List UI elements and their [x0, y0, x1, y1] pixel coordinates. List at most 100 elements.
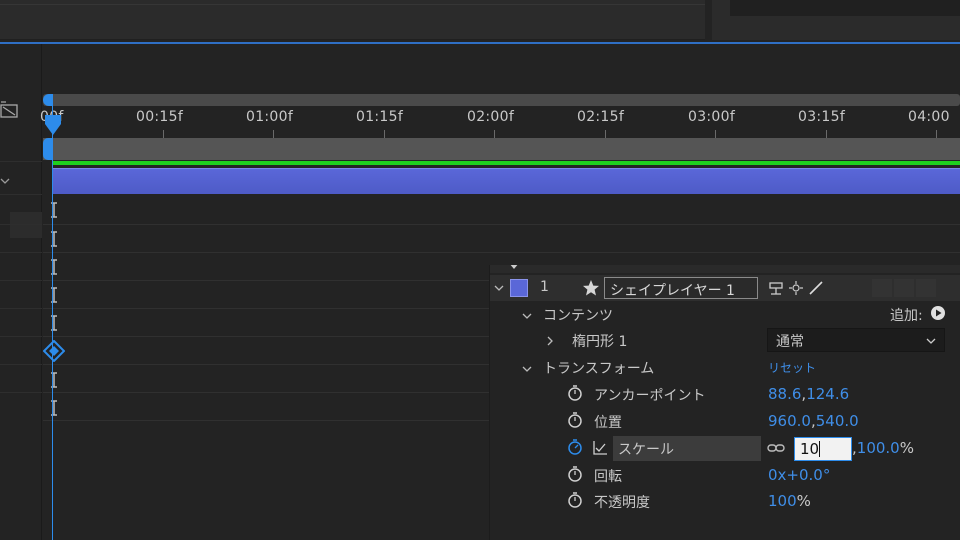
ruler-tick [494, 130, 495, 138]
keyframe-marker-icon[interactable] [49, 400, 59, 416]
ruler-tick [826, 130, 827, 138]
star-shape-layer-icon [583, 280, 599, 296]
layer-duration-bar[interactable] [53, 168, 960, 194]
ruler-label: 00:15f [136, 109, 184, 125]
layer-properties-panel: 1 シェイプレイヤー 1 コンテンツ 追加: 楕円形 1 通常 トランスフォーム [489, 265, 960, 540]
opacity-value[interactable]: 100% [768, 492, 811, 510]
divider [43, 252, 960, 253]
chevron-down-icon[interactable] [522, 311, 532, 321]
keyframe-diamond-icon[interactable] [43, 340, 65, 362]
ruler-label: 03:15f [798, 109, 846, 125]
scale-y-value[interactable]: ,100.0% [852, 439, 914, 457]
divider [0, 392, 42, 393]
text-caret [819, 441, 821, 457]
divider [0, 308, 42, 309]
rotation-label: 回転 [594, 469, 622, 485]
add-label[interactable]: 追加: [890, 305, 923, 325]
position-label: 位置 [594, 415, 622, 431]
ellipse-group-label[interactable]: 楕円形 1 [572, 331, 627, 351]
playhead-handle-icon[interactable] [44, 114, 62, 136]
top-right-panel [712, 0, 960, 40]
blend-mode-select[interactable]: 通常 [767, 328, 945, 352]
caret-down-icon [510, 265, 518, 269]
stopwatch-icon[interactable] [567, 465, 583, 483]
graph-editor-icon[interactable] [592, 440, 608, 456]
ruler-label: 02:00f [467, 109, 515, 125]
column-header-strip [490, 265, 960, 273]
add-play-icon[interactable] [930, 305, 946, 321]
scale-y[interactable]: 100.0 [857, 439, 900, 457]
layer-switch-box[interactable] [916, 279, 936, 297]
collapse-switch-icon[interactable] [788, 280, 804, 296]
keyframe-marker-icon[interactable] [49, 315, 59, 331]
anchor-point-label: アンカーポイント [594, 388, 706, 404]
stopwatch-icon[interactable] [567, 411, 583, 429]
playhead-line[interactable] [52, 106, 53, 540]
keyframe-marker-icon[interactable] [49, 372, 59, 388]
ruler-tick [163, 130, 164, 138]
keyframe-marker-icon[interactable] [49, 259, 59, 275]
constrain-proportions-link-icon[interactable] [767, 442, 785, 454]
divider [0, 280, 42, 281]
contents-label: コンテンツ [543, 308, 613, 324]
divider [0, 224, 42, 225]
render-range-indicator [53, 161, 960, 165]
layer-number: 1 [540, 279, 549, 295]
position-value[interactable]: 960.0,540.0 [768, 412, 859, 430]
work-area-start-handle[interactable] [43, 94, 53, 106]
opacity-number[interactable]: 100 [768, 492, 797, 510]
layer-range-bar[interactable] [43, 138, 960, 160]
ruler-tick [715, 130, 716, 138]
anchor-y[interactable]: 124.6 [806, 385, 849, 403]
layer-name-field[interactable]: シェイプレイヤー 1 [604, 277, 758, 299]
opacity-unit: % [796, 492, 811, 510]
chevron-down-icon[interactable] [494, 283, 504, 293]
chevron-right-icon[interactable] [545, 336, 555, 346]
blend-mode-value: 通常 [776, 334, 804, 350]
stopwatch-active-icon[interactable] [567, 438, 583, 456]
quality-switch-icon[interactable] [808, 280, 824, 296]
composition-graph-icon[interactable] [0, 100, 18, 118]
stopwatch-icon[interactable] [567, 491, 583, 509]
ruler-label: 01:15f [356, 109, 404, 125]
keyframe-marker-icon[interactable] [49, 231, 59, 247]
divider [43, 224, 960, 225]
ruler-tick [605, 130, 606, 138]
timeline-left-column [0, 44, 42, 540]
position-x[interactable]: 960.0 [768, 412, 811, 430]
ruler-label: 01:00f [246, 109, 294, 125]
left-layer-row-highlight [10, 212, 42, 238]
stopwatch-icon[interactable] [567, 384, 583, 402]
position-y[interactable]: 540.0 [816, 412, 859, 430]
keyframe-marker-icon[interactable] [49, 287, 59, 303]
ruler-tick [384, 130, 385, 138]
opacity-label: 不透明度 [594, 495, 650, 511]
rotation-value[interactable]: 0x+0.0° [768, 466, 830, 484]
divider [0, 252, 42, 253]
keyframe-marker-icon[interactable] [49, 202, 59, 218]
divider [0, 161, 42, 162]
anchor-point-value[interactable]: 88.6,124.6 [768, 385, 849, 403]
transform-label: トランスフォーム [543, 361, 655, 377]
scale-x-input[interactable]: 10 [794, 437, 852, 461]
scale-label: スケール [618, 442, 674, 458]
ruler-tick [936, 130, 937, 138]
divider [0, 336, 42, 337]
ruler-label: 03:00f [688, 109, 736, 125]
layer-row[interactable]: 1 シェイプレイヤー 1 [490, 275, 960, 301]
layer-switch-box[interactable] [872, 279, 892, 297]
top-left-panel [0, 0, 705, 40]
chevron-down-icon[interactable] [0, 176, 10, 186]
chevron-down-icon[interactable] [522, 364, 532, 374]
divider [0, 194, 42, 195]
divider [0, 364, 42, 365]
ruler-label: 02:15f [577, 109, 625, 125]
reset-link[interactable]: リセット [768, 359, 816, 376]
shy-switch-icon[interactable] [768, 280, 784, 296]
ruler-label: 04:00 [908, 109, 950, 125]
layer-color-swatch[interactable] [510, 279, 528, 297]
layer-switch-box[interactable] [894, 279, 914, 297]
anchor-x[interactable]: 88.6 [768, 385, 801, 403]
scale-unit: % [899, 439, 914, 457]
work-area-bar[interactable] [43, 94, 960, 106]
